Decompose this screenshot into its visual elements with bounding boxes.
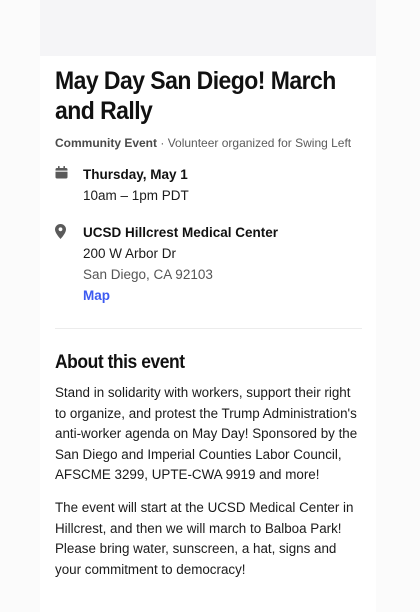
event-meta: Community Event · Volunteer organized fo… [55, 136, 362, 150]
about-heading: About this event [55, 352, 185, 373]
map-link[interactable]: Map [83, 285, 278, 306]
map-pin-icon [55, 222, 83, 306]
about-paragraph-2: The event will start at the UCSD Medical… [55, 499, 354, 577]
address-line1: 200 W Arbor Dr [83, 246, 177, 261]
event-category: Community Event [55, 136, 158, 150]
page: May Day San Diego! March and Rally Commu… [0, 0, 420, 612]
event-card: May Day San Diego! March and Rally Commu… [40, 0, 376, 612]
event-title: May Day San Diego! March and Rally [55, 67, 336, 125]
address-line2: San Diego, CA 92103 [83, 267, 213, 282]
about-paragraph-1: Stand in solidarity with workers, suppor… [55, 385, 358, 483]
location-name: UCSD Hillcrest Medical Center [83, 225, 279, 240]
location-text: UCSD Hillcrest Medical Center 200 W Arbo… [83, 222, 278, 306]
event-date: Thursday, May 1 [83, 167, 188, 182]
event-content: May Day San Diego! March and Rally Commu… [40, 56, 376, 580]
date-text: Thursday, May 1 10am – 1pm PDT [83, 164, 189, 206]
date-row: Thursday, May 1 10am – 1pm PDT [55, 164, 362, 206]
event-time: 10am – 1pm PDT [83, 188, 189, 203]
calendar-icon [55, 164, 83, 206]
section-divider [55, 328, 362, 329]
event-organizer: Volunteer organized for Swing Left [167, 136, 352, 150]
meta-separator: · [157, 136, 168, 150]
location-row: UCSD Hillcrest Medical Center 200 W Arbo… [55, 222, 362, 306]
header-band [40, 0, 376, 56]
